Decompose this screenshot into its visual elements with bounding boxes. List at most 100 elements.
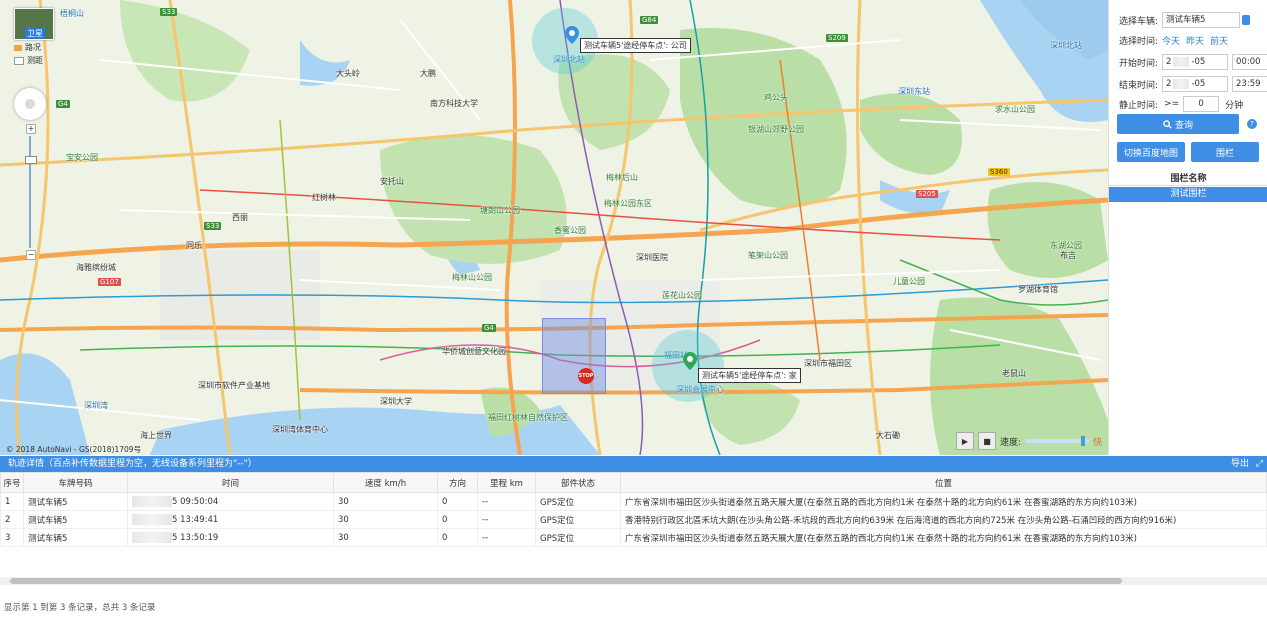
- redacted-date: [132, 496, 172, 507]
- column-header[interactable]: 部件状态: [536, 473, 621, 493]
- start-date-input[interactable]: 2-05: [1162, 54, 1228, 70]
- map-label: 银湖山郊野公园: [748, 124, 804, 135]
- map-copyright: © 2018 AutoNavi - GS(2018)1709号: [6, 444, 141, 455]
- play-button[interactable]: ▶: [956, 432, 974, 450]
- today-link[interactable]: 今天: [1162, 34, 1180, 47]
- road-tag: S205: [916, 190, 938, 198]
- track-details-title: 轨迹详情（百点补传数据里程为空，无线设备系列里程为"--"）: [8, 459, 257, 469]
- map-label: 梅林山公园: [452, 272, 492, 283]
- map-label: 红树林: [312, 192, 336, 203]
- map-label: 塘朗山公园: [480, 205, 520, 216]
- column-header[interactable]: 方向: [438, 473, 478, 493]
- zoom-in-button[interactable]: +: [26, 124, 36, 134]
- road-tag: S33: [160, 8, 177, 16]
- fence-button[interactable]: 围栏: [1191, 142, 1259, 162]
- map-label: 深圳湾: [84, 400, 108, 411]
- ranging-toggle[interactable]: 测距: [14, 55, 52, 66]
- help-icon[interactable]: ?: [1247, 119, 1257, 129]
- idle-minutes-input[interactable]: 0: [1183, 96, 1219, 112]
- map-label: 笔架山公园: [748, 250, 788, 261]
- track-details-header: 轨迹详情（百点补传数据里程为空，无线设备系列里程为"--"） 导出 ⤢: [0, 456, 1267, 472]
- map-label: 大鹏: [420, 68, 436, 79]
- cell-index: 3: [1, 529, 24, 547]
- fence-list-item[interactable]: 测试围栏: [1109, 187, 1267, 202]
- map-label: 求水山公园: [995, 104, 1035, 115]
- satellite-thumbnail[interactable]: 卫星: [14, 8, 54, 40]
- column-header[interactable]: 车牌号码: [24, 473, 128, 493]
- map-label: 深圳医院: [636, 252, 668, 263]
- end-date-suffix: -05: [1191, 77, 1205, 91]
- traffic-toggle[interactable]: 路况: [14, 42, 52, 53]
- map-label: 南方科技大学: [430, 98, 478, 109]
- scrollbar-thumb[interactable]: [10, 578, 1122, 584]
- column-header[interactable]: 序号: [1, 473, 24, 493]
- road-tag: S360: [988, 168, 1010, 176]
- zoom-slider[interactable]: [29, 136, 31, 248]
- column-header[interactable]: 速度 km/h: [334, 473, 438, 493]
- cell-time-value: 5 13:50:19: [172, 533, 218, 543]
- start-time-input[interactable]: 00:00: [1232, 54, 1267, 70]
- idle-time-label: 静止时间:: [1119, 98, 1158, 111]
- cell-time: 5 09:50:04: [128, 493, 334, 511]
- query-button[interactable]: 查询: [1117, 114, 1239, 134]
- cell-time-value: 5 09:50:04: [172, 497, 218, 507]
- location-pin-icon[interactable]: [565, 26, 579, 44]
- map-label: 布吉: [1060, 250, 1076, 261]
- zoom-control[interactable]: + −: [26, 124, 34, 262]
- day-before-link[interactable]: 前天: [1210, 34, 1228, 47]
- column-header[interactable]: 时间: [128, 473, 334, 493]
- speed-slider[interactable]: [1025, 439, 1089, 443]
- map-label: 梅林公园东区: [604, 198, 652, 209]
- column-header[interactable]: 位置: [621, 473, 1267, 493]
- map-label: 深圳大学: [380, 396, 412, 407]
- idle-unit: 分钟: [1225, 98, 1243, 111]
- fast-label: 快: [1093, 435, 1102, 448]
- cell-index: 1: [1, 493, 24, 511]
- stop-sign-icon[interactable]: STOP: [578, 368, 594, 384]
- table-row[interactable]: 1 测试车辆5 5 09:50:04 30 0 -- GPS定位 广东省深圳市福…: [1, 493, 1267, 511]
- speed-slider-handle[interactable]: [1081, 436, 1085, 446]
- table-row[interactable]: 3 测试车辆5 5 13:50:19 30 0 -- GPS定位 广东省深圳市福…: [1, 529, 1267, 547]
- map-label: 安托山: [380, 176, 404, 187]
- track-details: 轨迹详情（百点补传数据里程为空，无线设备系列里程为"--"） 导出 ⤢ 序号 车…: [0, 456, 1267, 624]
- cell-time: 5 13:49:41: [128, 511, 334, 529]
- fence-list-header: 围栏名称: [1109, 171, 1267, 186]
- pagination-summary: 显示第 1 到第 3 条记录，总共 3 条记录: [4, 601, 155, 613]
- cell-status: GPS定位: [536, 529, 621, 547]
- map-label: 华侨城创意文化园: [442, 346, 506, 357]
- horizontal-scrollbar[interactable]: [0, 577, 1267, 585]
- yesterday-link[interactable]: 昨天: [1186, 34, 1204, 47]
- expand-icon[interactable]: ⤢: [1256, 456, 1263, 472]
- geofence-area[interactable]: [542, 318, 606, 394]
- playback-bar: ▶ ■ 速度: 快: [956, 432, 1108, 450]
- vehicle-picker-icon[interactable]: [1242, 15, 1250, 25]
- map-view[interactable]: 梧桐山 深圳北站 大鹏 南方科技大学 塘朗山公园 梅林山公园 梅林公园东区 梅林…: [0, 0, 1108, 455]
- track-table: 序号 车牌号码 时间 速度 km/h 方向 里程 km 部件状态 位置 1 测试…: [0, 472, 1267, 547]
- cell-speed: 30: [334, 493, 438, 511]
- cell-location: 香港特别行政区北區禾坑大朗(在沙头角公路-禾坑段的西北方向约639米 在后海湾道…: [621, 511, 1267, 529]
- zoom-slider-handle[interactable]: [25, 156, 37, 164]
- map-label: 大石磡: [876, 430, 900, 441]
- map-label: 深圳市福田区: [804, 358, 852, 369]
- query-panel: 选择车辆: 测试车辆5 选择时间: 今天 昨天 前天 开始时间: 2-05 00…: [1108, 0, 1267, 455]
- map-type-switcher[interactable]: 卫星 路况 测距: [14, 8, 52, 66]
- switch-baidu-map-button[interactable]: 切换百度地图: [1117, 142, 1185, 162]
- end-time-input[interactable]: 23:59: [1232, 76, 1267, 92]
- vehicle-select[interactable]: 测试车辆5: [1162, 12, 1240, 28]
- location-pin-icon[interactable]: [683, 352, 697, 370]
- map-label: 莲花山公园: [662, 290, 702, 301]
- map-label: 老鼠山: [1002, 368, 1026, 379]
- map-label: 西丽: [232, 212, 248, 223]
- map-label: 罗湖体育馆: [1018, 284, 1058, 295]
- table-row[interactable]: 2 测试车辆5 5 13:49:41 30 0 -- GPS定位 香港特别行政区…: [1, 511, 1267, 529]
- cell-plate: 测试车辆5: [24, 529, 128, 547]
- column-header[interactable]: 里程 km: [478, 473, 536, 493]
- road-tag: G84: [640, 16, 658, 24]
- end-date-input[interactable]: 2-05: [1162, 76, 1228, 92]
- map-label: 海上世界: [140, 430, 172, 441]
- export-button[interactable]: 导出: [1231, 456, 1249, 472]
- start-date-prefix: 2: [1166, 55, 1171, 69]
- pan-control[interactable]: [14, 88, 46, 120]
- stop-button[interactable]: ■: [978, 432, 996, 450]
- zoom-out-button[interactable]: −: [26, 250, 36, 260]
